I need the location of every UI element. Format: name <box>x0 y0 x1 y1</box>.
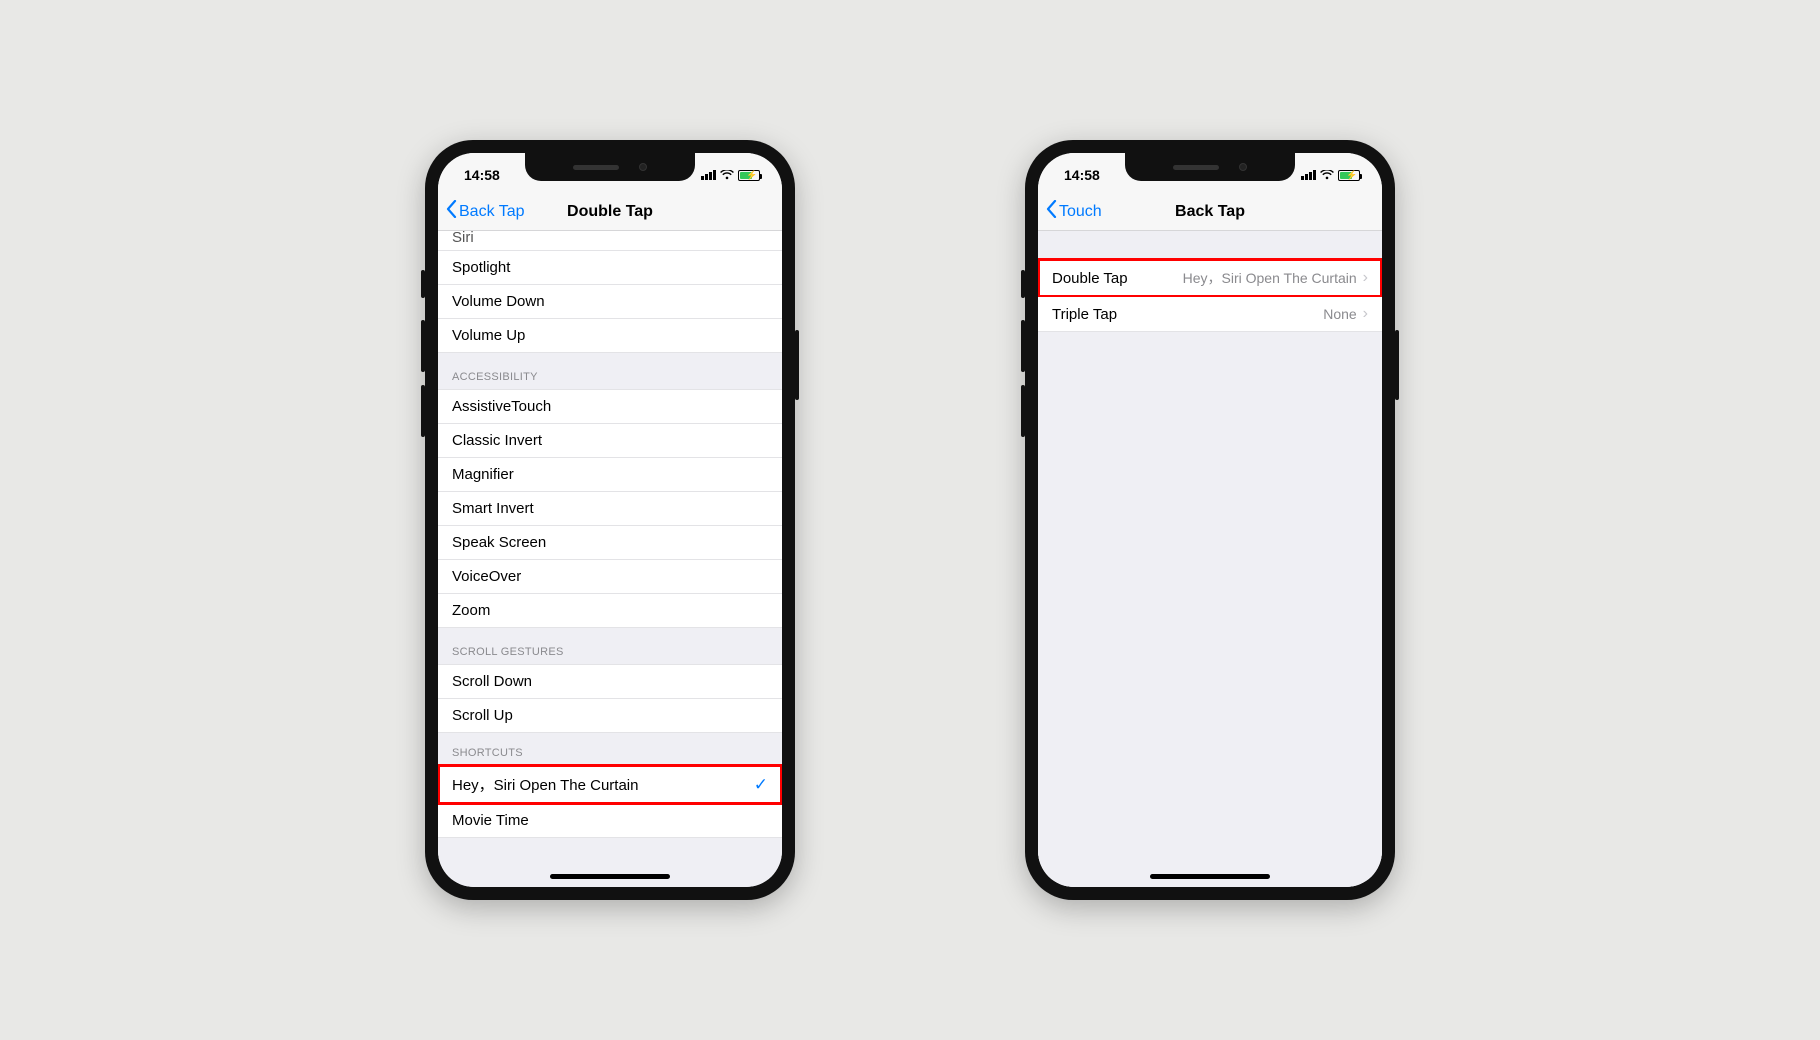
notch <box>1125 153 1295 181</box>
cellular-icon <box>701 170 716 180</box>
status-time: 14:58 <box>464 167 500 183</box>
section-header-shortcuts: Shortcuts <box>438 733 782 765</box>
back-button[interactable]: Back Tap <box>446 200 525 223</box>
double-tap-row[interactable]: Double Tap Hey，Siri Open The Curtain › <box>1038 259 1382 297</box>
section-header-accessibility: Accessibility <box>438 353 782 389</box>
chevron-left-icon <box>446 200 457 223</box>
list-item[interactable]: Scroll Down <box>438 664 782 699</box>
list-item[interactable]: Classic Invert <box>438 424 782 458</box>
nav-header: Touch Back Tap <box>1038 193 1382 231</box>
list-item[interactable]: Siri <box>438 231 782 251</box>
battery-icon: ⚡ <box>738 170 760 181</box>
list-item[interactable]: Movie Time <box>438 804 782 838</box>
checkmark-icon: ✓ <box>754 775 768 795</box>
back-label: Touch <box>1059 203 1102 221</box>
back-button[interactable]: Touch <box>1046 200 1102 223</box>
list-item[interactable]: AssistiveTouch <box>438 389 782 424</box>
triple-tap-row[interactable]: Triple Tap None › <box>1038 297 1382 332</box>
screen-right: 14:58 ⚡ Touch Back Tap Double Tap <box>1038 153 1382 887</box>
status-time: 14:58 <box>1064 167 1100 183</box>
list-item[interactable]: Zoom <box>438 594 782 628</box>
row-value: None <box>1323 306 1356 322</box>
home-indicator[interactable] <box>550 874 670 879</box>
list-item[interactable]: Speak Screen <box>438 526 782 560</box>
list-item[interactable]: VoiceOver <box>438 560 782 594</box>
notch <box>525 153 695 181</box>
settings-list[interactable]: Siri Spotlight Volume Down Volume Up Acc… <box>438 231 782 887</box>
status-indicators: ⚡ <box>1301 170 1360 181</box>
screen-left: 14:58 ⚡ Back Tap Double Tap Siri Spotlig… <box>438 153 782 887</box>
list-item[interactable]: Smart Invert <box>438 492 782 526</box>
list-item[interactable]: Scroll Up <box>438 699 782 733</box>
cellular-icon <box>1301 170 1316 180</box>
phone-mockup-right: 14:58 ⚡ Touch Back Tap Double Tap <box>1025 140 1395 900</box>
list-item-selected-shortcut[interactable]: Hey，Siri Open The Curtain ✓ <box>438 765 782 804</box>
wifi-icon <box>1320 170 1334 180</box>
back-label: Back Tap <box>459 203 525 221</box>
chevron-right-icon: › <box>1363 269 1368 287</box>
status-indicators: ⚡ <box>701 170 760 181</box>
phone-mockup-left: 14:58 ⚡ Back Tap Double Tap Siri Spotlig… <box>425 140 795 900</box>
list-item[interactable]: Volume Up <box>438 319 782 353</box>
chevron-right-icon: › <box>1363 305 1368 323</box>
section-header-scroll: Scroll Gestures <box>438 628 782 664</box>
list-item[interactable]: Magnifier <box>438 458 782 492</box>
row-label: Triple Tap <box>1052 306 1117 323</box>
chevron-left-icon <box>1046 200 1057 223</box>
nav-header: Back Tap Double Tap <box>438 193 782 231</box>
home-indicator[interactable] <box>1150 874 1270 879</box>
shortcut-label: Hey，Siri Open The Curtain <box>452 774 638 795</box>
battery-icon: ⚡ <box>1338 170 1360 181</box>
row-label: Double Tap <box>1052 270 1128 287</box>
row-value: Hey，Siri Open The Curtain <box>1183 268 1357 288</box>
settings-list[interactable]: Double Tap Hey，Siri Open The Curtain › T… <box>1038 231 1382 887</box>
wifi-icon <box>720 170 734 180</box>
list-item[interactable]: Spotlight <box>438 251 782 285</box>
list-item[interactable]: Volume Down <box>438 285 782 319</box>
